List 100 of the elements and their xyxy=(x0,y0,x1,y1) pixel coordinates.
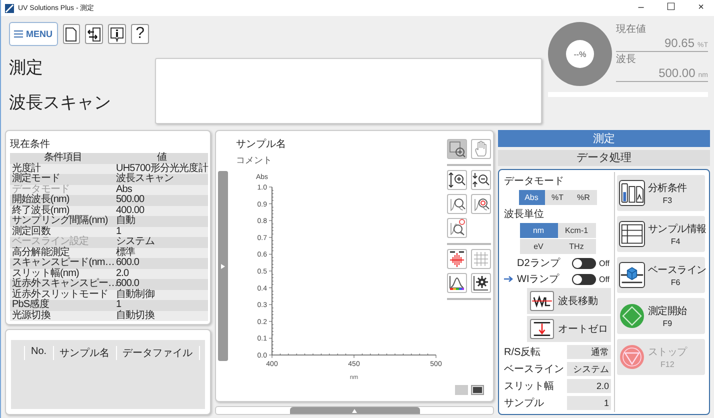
gauge-value: --% xyxy=(566,40,594,68)
baseline-icon xyxy=(619,262,645,288)
table-cell-text: 600.0 xyxy=(116,279,140,289)
lamp-switch[interactable] xyxy=(572,274,596,284)
column-header: データファイル xyxy=(116,346,200,360)
zoom-in-icon xyxy=(448,171,466,189)
spectrum-icon xyxy=(448,274,466,292)
start-icon xyxy=(619,303,645,329)
table-cell-text: 1 xyxy=(115,226,122,237)
app-icon xyxy=(5,4,14,12)
expand-icon xyxy=(221,264,225,268)
shortcut-key: F3 xyxy=(648,196,687,205)
table-cell-text: 自動切換 xyxy=(115,310,156,321)
shortcut-key: F9 xyxy=(648,319,687,328)
import-icon xyxy=(87,26,102,42)
function-label: ベースライン xyxy=(648,264,703,277)
sample-info-icon xyxy=(619,221,645,247)
unit-option[interactable]: Kcm-1 xyxy=(558,223,596,238)
settings-tool[interactable] xyxy=(471,273,491,293)
conditions-icon xyxy=(619,180,645,206)
unit-option[interactable]: THz xyxy=(558,239,596,254)
setting-label: サンプル xyxy=(504,396,545,410)
wavelength-move-button[interactable]: 波長移動 xyxy=(527,288,611,314)
peak-icon xyxy=(448,250,466,268)
minimize-button[interactable]: – xyxy=(628,0,654,16)
import-button[interactable] xyxy=(85,24,104,44)
setting-value: システム xyxy=(567,362,611,376)
stop-icon xyxy=(619,344,645,370)
auto-scale-tool[interactable] xyxy=(447,194,467,214)
column-header: サンプル名 xyxy=(54,346,117,360)
wavelength-move-icon xyxy=(530,291,554,311)
help-button[interactable]: ? xyxy=(131,24,149,44)
baseline-button[interactable]: ベースライン F6 xyxy=(617,257,705,293)
lamp-switch[interactable] xyxy=(572,258,596,268)
table-cell-text: 光源切換 xyxy=(11,310,52,321)
maximize-button[interactable]: ☐ xyxy=(658,0,684,16)
table-cell-text: UH5700形分光光度計 xyxy=(115,164,208,174)
zoom-in-tool[interactable] xyxy=(447,170,467,190)
conditions-button[interactable]: 分析条件 F3 xyxy=(617,175,705,211)
current-value: 90.65 xyxy=(664,36,694,50)
info-icon xyxy=(110,26,124,42)
zoom-out-icon xyxy=(472,171,490,189)
view-toggle[interactable] xyxy=(470,385,484,395)
wavelength-value: 500.00 xyxy=(658,66,696,80)
table-cell-text: 終了波長(nm) xyxy=(11,206,70,216)
wavelength-label: 波長 xyxy=(616,52,636,66)
column-header: 条件項目 xyxy=(42,153,82,164)
side-handle[interactable] xyxy=(218,171,228,361)
table-cell-text: 自動 xyxy=(115,216,136,226)
close-button[interactable]: × xyxy=(688,0,714,16)
current-value-label: 現在値 xyxy=(616,23,646,36)
view-toggle[interactable] xyxy=(454,385,468,395)
table-cell-text: スリット幅(nm) xyxy=(11,268,80,278)
table-cell-text: ベースライン設定 xyxy=(11,237,90,247)
table-cell-text: 自動制御 xyxy=(115,290,156,300)
info-button[interactable] xyxy=(108,24,126,44)
menu-icon xyxy=(14,30,23,38)
auto-scale-timer-icon xyxy=(448,219,466,237)
auto-scale-target-tool[interactable] xyxy=(471,194,491,214)
menu-button[interactable]: MENU xyxy=(9,22,58,46)
section-label: データモード xyxy=(504,175,564,188)
new-file-button[interactable] xyxy=(62,24,80,44)
pan-tool[interactable] xyxy=(471,139,491,159)
unit-option[interactable]: eV xyxy=(520,239,558,254)
table-cell-text: 近赤外スリットモード xyxy=(11,290,110,300)
data-mode-option[interactable]: Abs xyxy=(518,190,544,205)
table-cell-text: 測定回数 xyxy=(11,226,52,237)
setting-value: 1 xyxy=(567,396,611,410)
measurement-title: 波長スキャン xyxy=(9,92,111,114)
setting-value: 通常 xyxy=(567,344,611,358)
setting-value: 2.0 xyxy=(567,378,611,392)
table-cell-text: 波長スキャン xyxy=(115,174,175,184)
tab[interactable]: 測定 xyxy=(498,130,710,146)
document-icon xyxy=(65,26,78,42)
table-cell-text: 開始波長(nm) xyxy=(11,195,70,205)
table-cell-text: PbS感度 xyxy=(11,300,50,310)
autozero-button[interactable]: オートゼロ xyxy=(527,316,611,342)
table-cell-text: 高分解能測定 xyxy=(11,248,70,258)
shortcut-key: F6 xyxy=(648,278,703,287)
start-button[interactable]: 測定開始 F9 xyxy=(617,298,705,334)
lamp-label: D2ランプ xyxy=(517,256,562,270)
table-cell-text: 1 xyxy=(115,300,122,310)
zoom-area-icon xyxy=(448,140,466,158)
expand-icon xyxy=(352,408,357,412)
tab[interactable]: データ処理 xyxy=(498,150,710,166)
settings-icon xyxy=(472,274,490,292)
peak-tool[interactable] xyxy=(447,249,467,269)
sample-info-button[interactable]: サンプル情報 F4 xyxy=(617,216,705,252)
zoom-area-tool[interactable] xyxy=(447,139,467,159)
setting-label: ベースライン xyxy=(504,362,565,376)
table-cell-text: サンプリング間隔(nm) xyxy=(11,216,109,226)
table-cell-text: 500.00 xyxy=(115,195,146,206)
auto-scale-timer-tool[interactable] xyxy=(447,218,467,238)
setting-label: R/S反転 xyxy=(504,346,542,358)
bottom-handle[interactable] xyxy=(290,407,420,414)
column-header: 値 xyxy=(156,153,167,163)
zoom-out-tool[interactable] xyxy=(471,170,491,190)
unit-option[interactable]: nm xyxy=(520,223,558,238)
shortcut-key: F12 xyxy=(648,360,687,369)
spectrum-tool[interactable] xyxy=(447,273,467,293)
